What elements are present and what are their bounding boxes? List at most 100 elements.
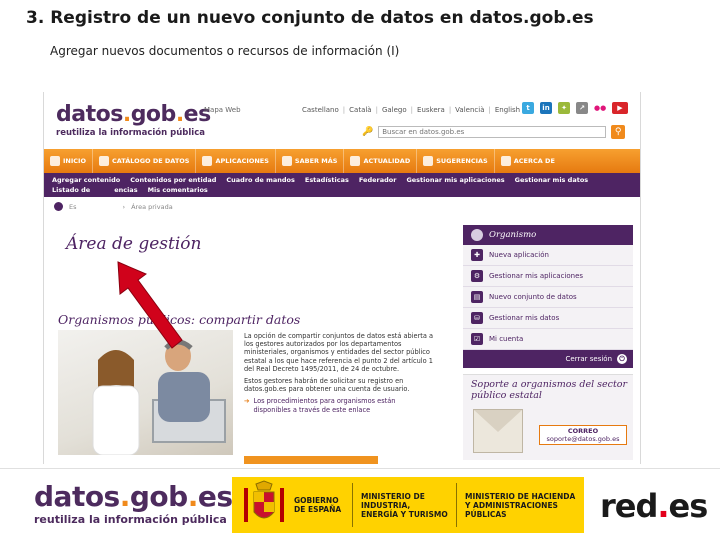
footer-datos-logo: datos.gob.es reutiliza la información pú… [34,480,233,527]
tools-icon [281,156,292,166]
nav-sugerencias-label: SUGERENCIAS [436,157,488,165]
nav-sugerencias[interactable]: SUGERENCIAS [417,149,495,173]
register-button[interactable] [244,456,378,464]
nav-catalogo[interactable]: CATÁLOGO DE DATOS [93,149,197,173]
social-links: t in ✦ ↗ ●● ▶ [522,102,628,114]
new-app-icon: ✚ [471,249,483,261]
sub-nav-contenidos-por-entidad[interactable]: Contenidos por entidad [130,176,216,184]
spain-coat-of-arms-icon [238,480,290,530]
footer-logo-text: datos.gob.es [34,480,233,513]
sub-nav-referencias[interactable]: encias [114,186,137,194]
sub-nav-row-2: Listado de encias Mis comentarios [52,186,208,194]
nav-catalogo-label: CATÁLOGO DE DATOS [112,157,190,165]
site-logo[interactable]: datos.gob.es reutiliza la información pú… [56,102,211,138]
manage-apps-icon: ⚙ [471,270,483,282]
procedures-link[interactable]: ➔ Los procedimientos para organismos está… [244,397,434,413]
sub-nav-agregar-contenido[interactable]: Agregar contenido [52,176,120,184]
news-icon [350,156,361,166]
nav-inicio[interactable]: INICIO [44,149,93,173]
page-title: Área de gestión [66,234,202,254]
description-paragraph-1: La opción de compartir conjuntos de dato… [244,332,434,373]
panel-header: Organismo [463,225,633,245]
nav-inicio-label: INICIO [63,157,86,165]
panel-item-label: Gestionar mis aplicaciones [489,272,584,280]
youtube-icon[interactable]: ▶ [612,102,628,114]
panel-title: Organismo [489,230,537,240]
delicious-icon[interactable]: ✦ [558,102,570,114]
user-icon [471,229,483,241]
chat-icon [423,156,434,166]
nav-saber-mas-label: SABER MÁS [294,157,338,165]
breadcrumb-home[interactable]: Es [69,203,77,211]
panel-item-label: Nuevo conjunto de datos [489,293,577,301]
key-icon: 🔑 [362,127,374,137]
account-icon: ☑ [471,333,483,345]
sub-nav-row-1: Agregar contenido Contenidos por entidad… [52,176,588,184]
organisms-description: La opción de compartir conjuntos de dato… [244,332,434,414]
sub-nav-federador[interactable]: Federador [359,176,397,184]
nav-acerca-de-label: ACERCA DE [513,157,555,165]
site-logo-tagline: reutiliza la información pública [56,128,205,138]
nav-aplicaciones[interactable]: APLICACIONES [196,149,276,173]
government-logos: GOBIERNO DE ESPAÑA MINISTERIO DE INDUSTR… [232,477,584,533]
footer-logos-bar: datos.gob.es reutiliza la información pú… [0,468,720,540]
home-icon[interactable] [54,202,63,211]
envelope-icon [473,409,523,453]
lang-english[interactable]: English [495,106,520,114]
admin-sub-navigation: Agregar contenido Contenidos por entidad… [44,173,640,197]
logout-button[interactable]: Cerrar sesión ⏻ [463,350,633,368]
magnifier-icon: ⚲ [614,127,622,137]
lang-galego[interactable]: Galego [382,106,407,114]
catalog-icon [99,156,109,166]
panel-item-mi-cuenta[interactable]: ☑ Mi cuenta [463,329,633,350]
sub-nav-gestionar-datos[interactable]: Gestionar mis datos [515,176,589,184]
search-input[interactable] [378,126,607,138]
lang-valencia[interactable]: Valencià [455,106,484,114]
panel-item-nueva-aplicacion[interactable]: ✚ Nueva aplicación [463,245,633,266]
person-icon [500,156,511,166]
breadcrumb-current: Área privada [131,202,173,211]
lang-catala[interactable]: Català [349,106,371,114]
support-email-box[interactable]: CORREO soporte@datos.gob.es [539,425,627,445]
mapa-web-link[interactable]: Mapa Web [204,106,241,114]
nav-saber-mas[interactable]: SABER MÁS [276,149,345,173]
support-box: Soporte a organismos del sector público … [463,374,633,460]
lang-castellano[interactable]: Castellano [302,106,339,114]
arrow-right-icon: ➔ [244,397,250,406]
ministerio-hacienda: MINISTERIO DE HACIENDA Y ADMINISTRACIONE… [456,483,584,527]
site-logo-text: datos.gob.es [56,102,211,127]
footer-logo-tagline: reutiliza la información pública [34,513,227,526]
lang-euskera[interactable]: Euskera [417,106,445,114]
panel-item-label: Gestionar mis datos [489,314,560,322]
main-navigation: INICIO CATÁLOGO DE DATOS APLICACIONES SA… [44,149,640,173]
share-icon[interactable]: ↗ [576,102,588,114]
logout-label: Cerrar sesión [565,355,612,363]
sub-nav-gestionar-aplicaciones[interactable]: Gestionar mis aplicaciones [406,176,504,184]
new-dataset-icon: ▤ [471,291,483,303]
ministerio-industria: MINISTERIO DE INDUSTRIA, ENERGÍA Y TURIS… [352,483,456,527]
search-bar: 🔑 ⚲ [362,125,626,139]
sub-nav-estadisticas[interactable]: Estadísticas [305,176,349,184]
support-title: Soporte a organismos del sector público … [471,379,628,401]
panel-item-gestionar-datos[interactable]: ⛁ Gestionar mis datos [463,308,633,329]
linkedin-icon[interactable]: in [540,102,552,114]
gear-icon [202,156,213,166]
website-screenshot: datos.gob.es reutiliza la información pú… [43,92,641,464]
search-button[interactable]: ⚲ [611,125,626,139]
sub-nav-mis-comentarios[interactable]: Mis comentarios [148,186,208,194]
twitter-icon[interactable]: t [522,102,534,114]
panel-item-label: Mi cuenta [489,335,524,343]
flickr-icon[interactable]: ●● [594,102,606,114]
slide-title: 3. Registro de un nuevo conjunto de dato… [26,8,594,28]
panel-item-gestionar-aplicaciones[interactable]: ⚙ Gestionar mis aplicaciones [463,266,633,287]
slide-subtitle: Agregar nuevos documentos o recursos de … [50,44,400,58]
sub-nav-listado[interactable]: Listado de [52,186,90,194]
panel-item-label: Nueva aplicación [489,251,549,259]
panel-item-nuevo-conjunto-datos[interactable]: ▤ Nuevo conjunto de datos [463,287,633,308]
support-email-address: soporte@datos.gob.es [546,435,620,443]
sub-nav-cuadro-de-mandos[interactable]: Cuadro de mandos [226,176,294,184]
redes-logo: red.es [600,487,708,525]
manage-data-icon: ⛁ [471,312,483,324]
nav-actualidad[interactable]: ACTUALIDAD [344,149,418,173]
nav-acerca-de[interactable]: ACERCA DE [495,149,561,173]
